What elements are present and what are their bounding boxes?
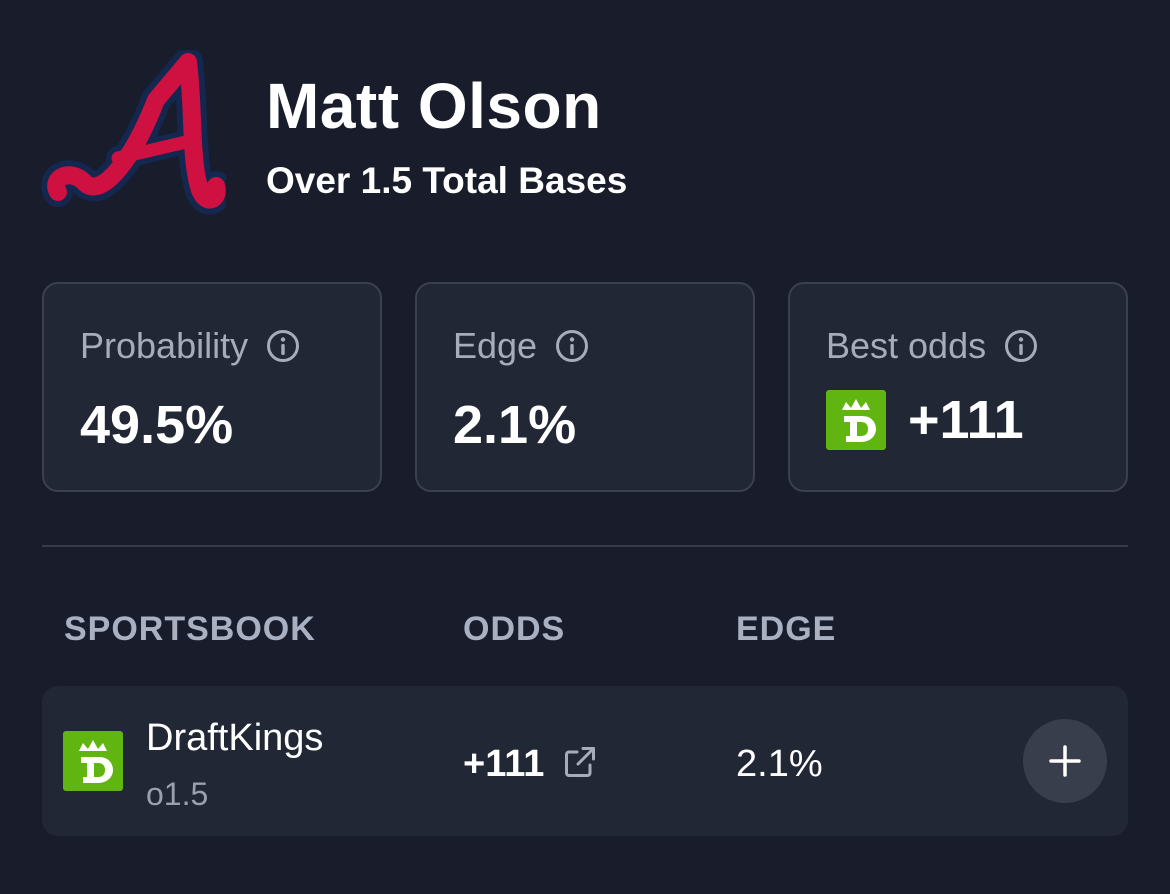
bet-detail-page: Matt Olson Over 1.5 Total Bases Probabil… <box>0 0 1170 894</box>
row-edge-value: 2.1% <box>736 743 823 785</box>
column-header-sportsbook: SPORTSBOOK <box>64 610 316 648</box>
best-odds-value: +111 <box>908 390 1024 450</box>
sportsbook-row: DraftKings o1.5 +111 2.1% <box>42 686 1128 836</box>
section-divider <box>42 545 1128 547</box>
draftkings-logo <box>63 731 123 791</box>
bet-line: Over 1.5 Total Bases <box>266 160 628 201</box>
add-bet-button[interactable] <box>1023 719 1107 803</box>
edge-label: Edge <box>453 325 538 366</box>
odds-link[interactable]: +111 <box>463 745 598 783</box>
best-odds-value-group: +111 <box>826 390 1024 450</box>
external-link-icon[interactable] <box>562 744 598 780</box>
plus-icon <box>1049 745 1081 777</box>
player-name: Matt Olson <box>266 70 602 142</box>
probability-card: Probability 49.5% <box>42 282 382 492</box>
info-icon[interactable] <box>1004 329 1038 363</box>
info-icon[interactable] <box>266 329 300 363</box>
probability-value: 49.5% <box>80 395 234 455</box>
probability-label: Probability <box>80 325 249 366</box>
best-odds-label: Best odds <box>826 325 987 366</box>
probability-label-group: Probability <box>80 328 300 364</box>
edge-value: 2.1% <box>453 395 577 455</box>
column-header-edge: EDGE <box>736 610 837 648</box>
best-odds-label-group: Best odds <box>826 328 1038 364</box>
best-odds-card: Best odds +111 <box>788 282 1128 492</box>
column-header-odds: ODDS <box>463 610 566 648</box>
info-icon[interactable] <box>555 329 589 363</box>
edge-card: Edge 2.1% <box>415 282 755 492</box>
braves-a-logo <box>41 50 226 215</box>
row-odds-value: +111 <box>463 743 545 785</box>
edge-label-group: Edge <box>453 328 589 364</box>
draftkings-logo <box>826 390 886 450</box>
sportsbook-name: DraftKings <box>146 717 324 759</box>
sportsbook-line: o1.5 <box>146 776 209 812</box>
